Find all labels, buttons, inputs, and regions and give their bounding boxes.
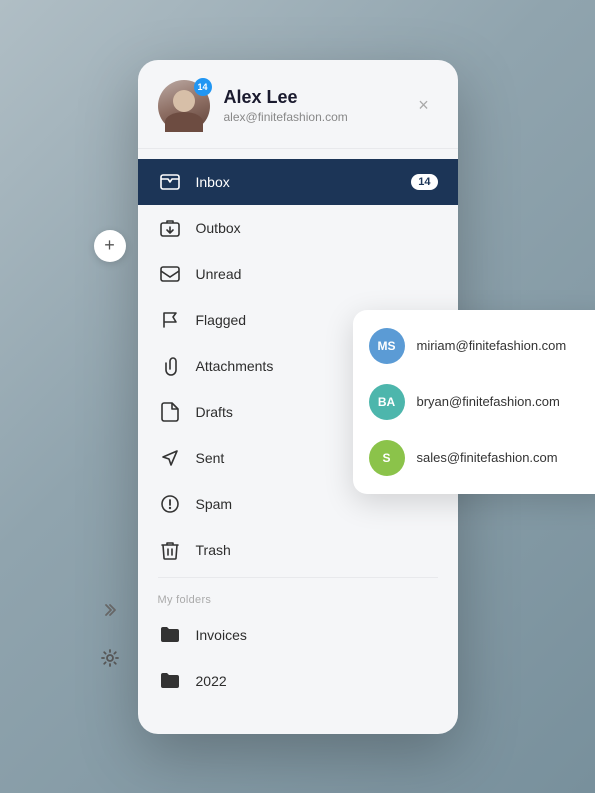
nav-item-trash[interactable]: Trash: [138, 527, 458, 573]
inbox-icon: [158, 170, 182, 194]
sidebar-left: +: [94, 60, 126, 262]
avatar-ms: MS: [369, 328, 405, 364]
card-header: 14 Alex Lee alex@finitefashion.com ×: [138, 60, 458, 149]
user-info: Alex Lee alex@finitefashion.com: [224, 87, 410, 124]
trash-icon: [158, 538, 182, 562]
nav-item-outbox[interactable]: Outbox: [138, 205, 458, 251]
nav-item-invoices[interactable]: Invoices: [138, 612, 458, 658]
nav-label-inbox: Inbox: [196, 174, 412, 190]
user-name: Alex Lee: [224, 87, 410, 108]
autocomplete-popup: MS miriam@finitefashion.com BA bryan@fin…: [353, 310, 595, 494]
nav-item-unread[interactable]: Unread: [138, 251, 458, 297]
flagged-icon: [158, 308, 182, 332]
avatar-ba: BA: [369, 384, 405, 420]
sent-icon: [158, 446, 182, 470]
drafts-icon: [158, 400, 182, 424]
autocomplete-item-ms[interactable]: MS miriam@finitefashion.com: [353, 318, 595, 374]
nav-label-outbox: Outbox: [196, 220, 438, 236]
folder-icon-invoices: [158, 623, 182, 647]
avatar-s: S: [369, 440, 405, 476]
user-email: alex@finitefashion.com: [224, 110, 410, 124]
email-ba: bryan@finitefashion.com: [417, 394, 560, 409]
folders-section-label: My folders: [138, 582, 458, 612]
nav-label-invoices: Invoices: [196, 627, 438, 643]
spam-icon: [158, 492, 182, 516]
divider: [158, 577, 438, 578]
nav-label-unread: Unread: [196, 266, 438, 282]
email-s: sales@finitefashion.com: [417, 450, 558, 465]
autocomplete-item-ba[interactable]: BA bryan@finitefashion.com: [353, 374, 595, 430]
nav-label-2022: 2022: [196, 673, 438, 689]
inbox-badge: 14: [411, 174, 437, 190]
chevron-right-icon[interactable]: [94, 594, 126, 626]
main-card: + 14 Alex Lee alex@finitefashion.com ×: [138, 60, 458, 734]
nav-item-inbox[interactable]: Inbox 14: [138, 159, 458, 205]
email-ms: miriam@finitefashion.com: [417, 338, 567, 353]
folder-icon-2022: [158, 669, 182, 693]
settings-icon[interactable]: [94, 642, 126, 674]
unread-icon: [158, 262, 182, 286]
compose-button[interactable]: +: [94, 230, 126, 262]
nav-label-spam: Spam: [196, 496, 438, 512]
bottom-icons: [94, 594, 126, 674]
nav-label-trash: Trash: [196, 542, 438, 558]
attachments-icon: [158, 354, 182, 378]
nav-item-2022[interactable]: 2022: [138, 658, 458, 704]
avatar: 14: [158, 80, 210, 132]
close-button[interactable]: ×: [410, 92, 438, 120]
autocomplete-item-s[interactable]: S sales@finitefashion.com: [353, 430, 595, 486]
outbox-icon: [158, 216, 182, 240]
unread-badge: 14: [194, 78, 212, 96]
